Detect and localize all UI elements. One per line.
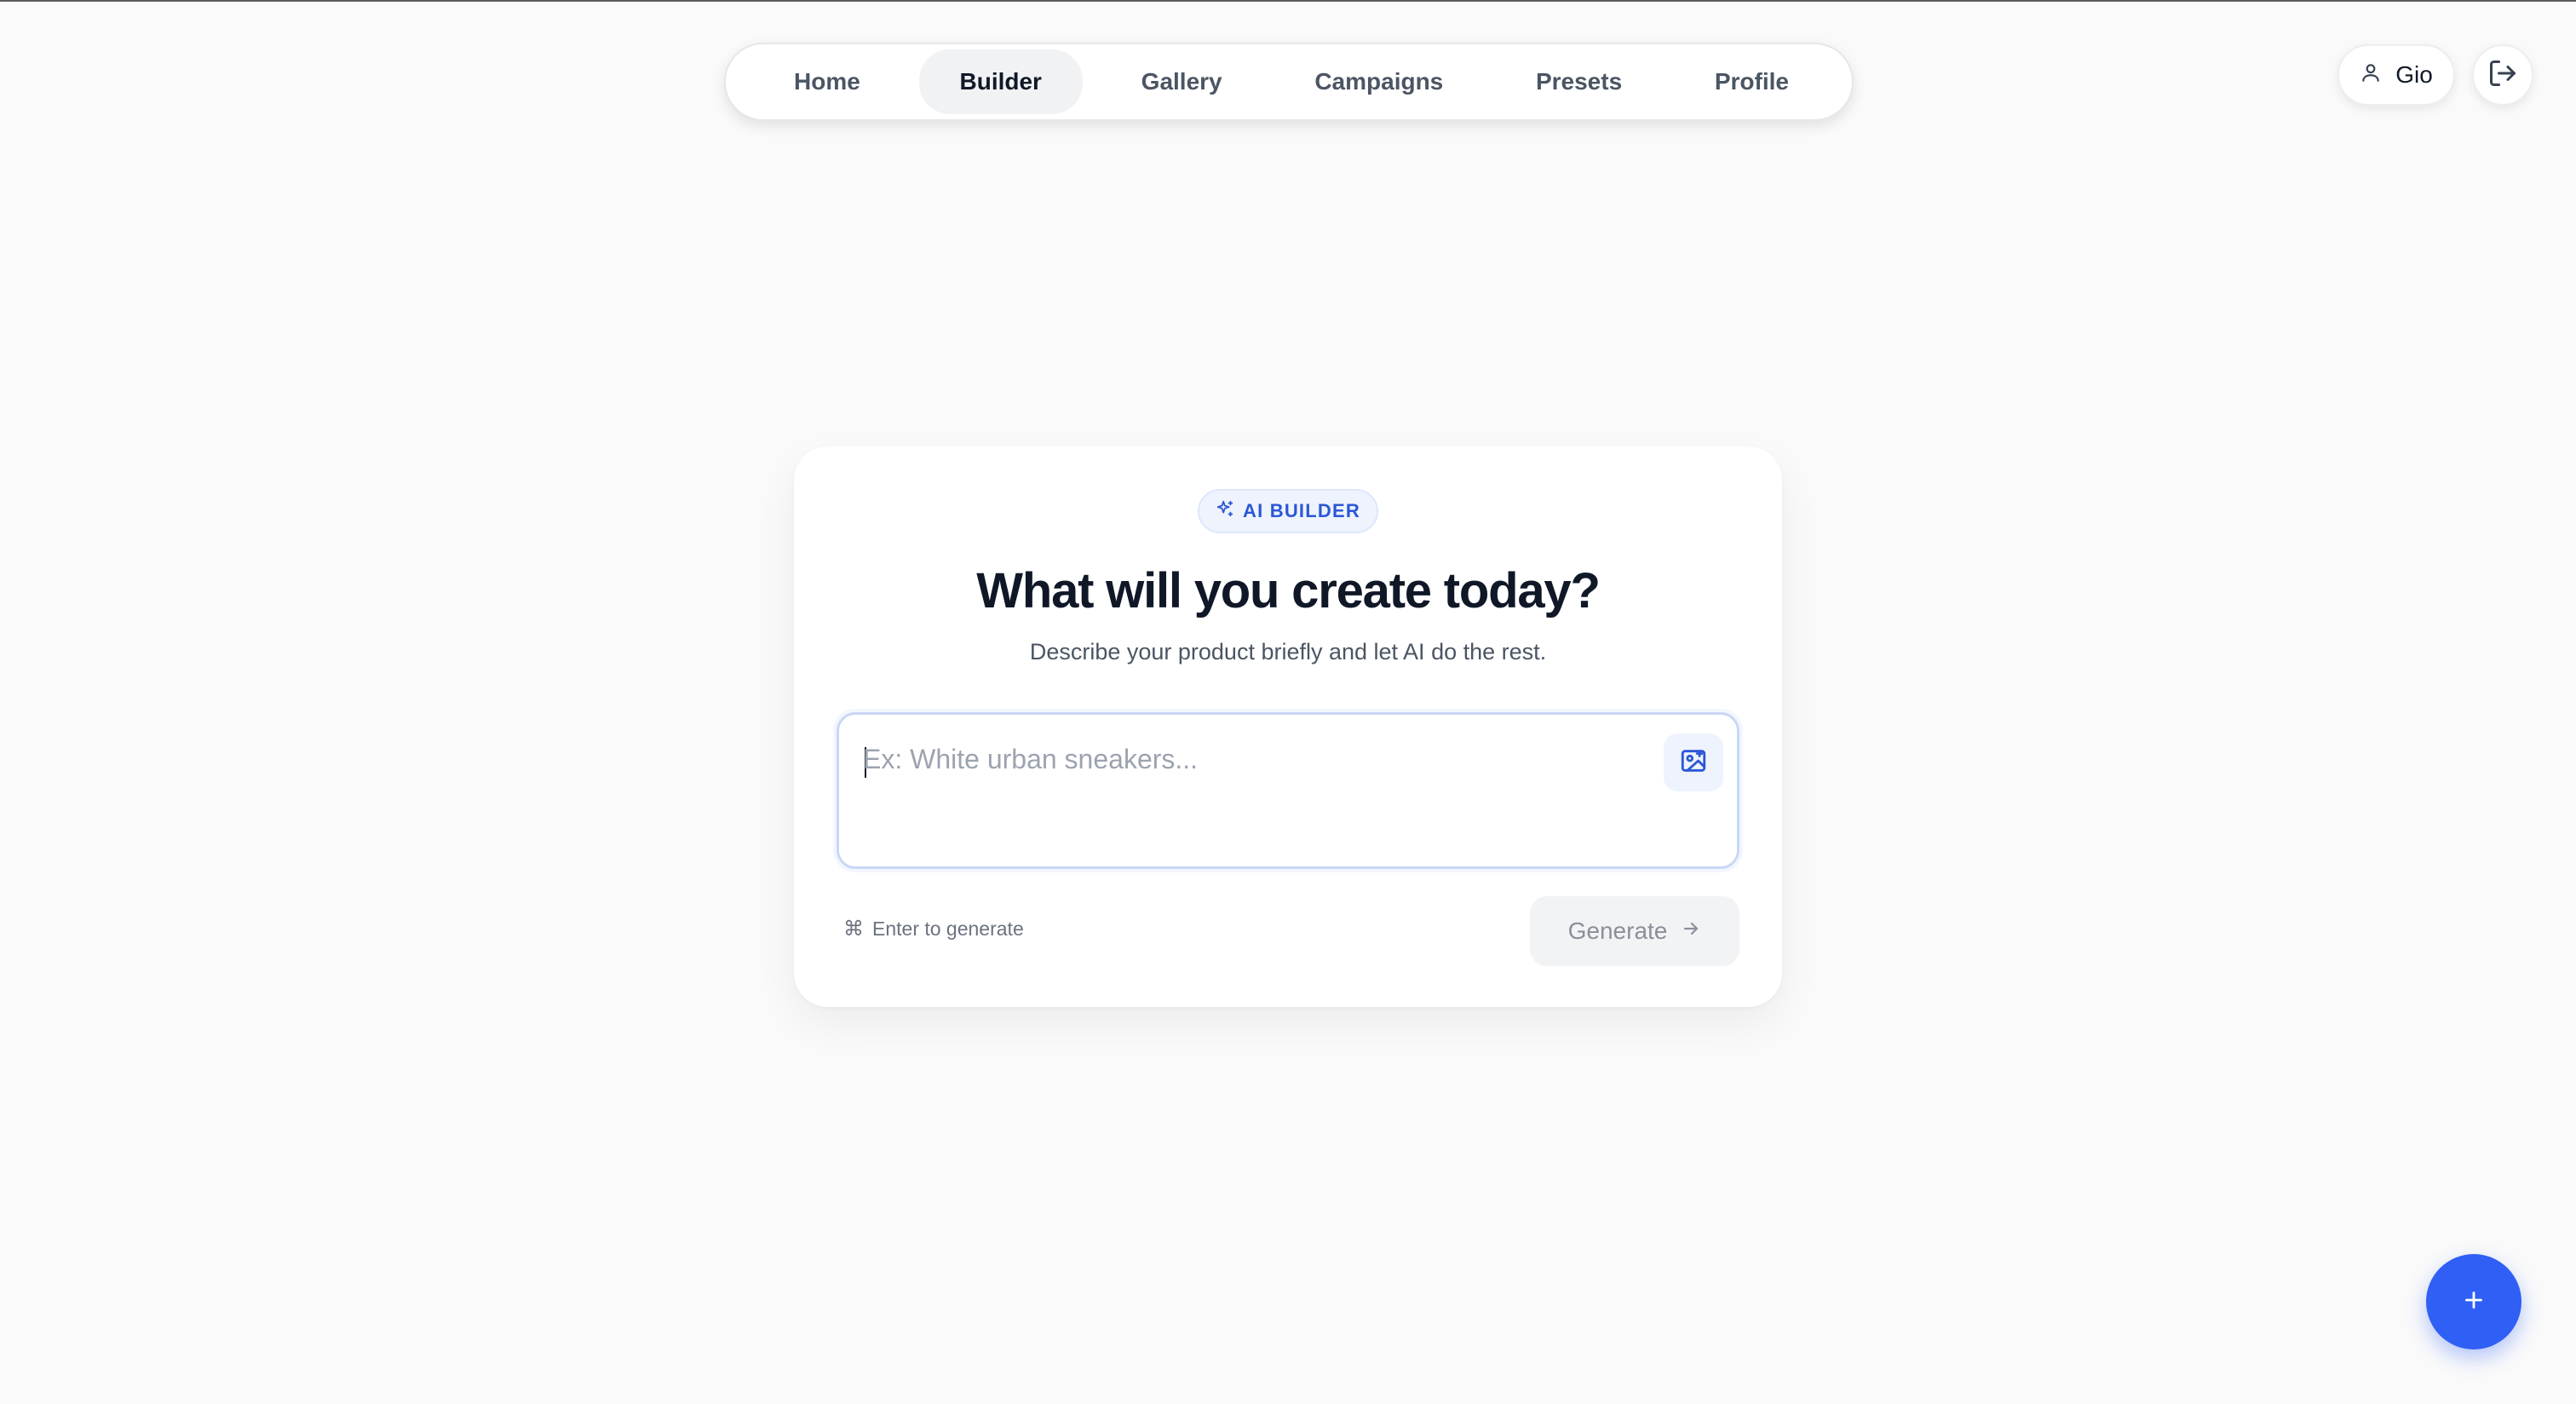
nav-item-gallery[interactable]: Gallery	[1107, 49, 1256, 114]
user-menu-button[interactable]: Gio	[2337, 44, 2455, 106]
nav-item-profile[interactable]: Profile	[1681, 49, 1823, 114]
main-navigation: Home Builder Gallery Campaigns Presets P…	[724, 43, 1854, 121]
window-top-border	[0, 0, 2576, 2]
logout-icon	[2487, 58, 2518, 93]
sparkles-icon	[1216, 499, 1234, 523]
keyboard-hint: ⌘ Enter to generate	[843, 917, 1024, 941]
nav-item-presets[interactable]: Presets	[1502, 49, 1656, 114]
image-upload-button[interactable]	[1664, 734, 1723, 791]
builder-card: AI BUILDER What will you create today? D…	[794, 446, 1782, 1007]
generate-label: Generate	[1567, 918, 1668, 944]
arrow-right-icon	[1681, 918, 1701, 945]
nav-item-campaigns[interactable]: Campaigns	[1280, 49, 1477, 114]
logout-button[interactable]	[2472, 44, 2533, 106]
command-key-icon: ⌘	[843, 918, 864, 941]
prompt-field	[837, 712, 1739, 869]
generate-button[interactable]: Generate	[1530, 896, 1739, 966]
page-title: What will you create today?	[976, 563, 1601, 619]
badge-label: AI BUILDER	[1243, 500, 1360, 521]
nav-item-builder[interactable]: Builder	[918, 49, 1083, 114]
image-upload-icon	[1679, 746, 1708, 780]
user-icon	[2360, 61, 2382, 89]
nav-item-home[interactable]: Home	[760, 49, 894, 114]
prompt-input[interactable]	[863, 739, 1647, 780]
hint-text: Enter to generate	[872, 918, 1024, 940]
create-fab-button[interactable]	[2426, 1254, 2521, 1349]
ai-builder-badge: AI BUILDER	[1198, 489, 1378, 533]
page-subtitle: Describe your product briefly and let AI…	[1029, 639, 1547, 665]
plus-icon	[2459, 1286, 2488, 1319]
user-name: Gio	[2395, 61, 2433, 88]
